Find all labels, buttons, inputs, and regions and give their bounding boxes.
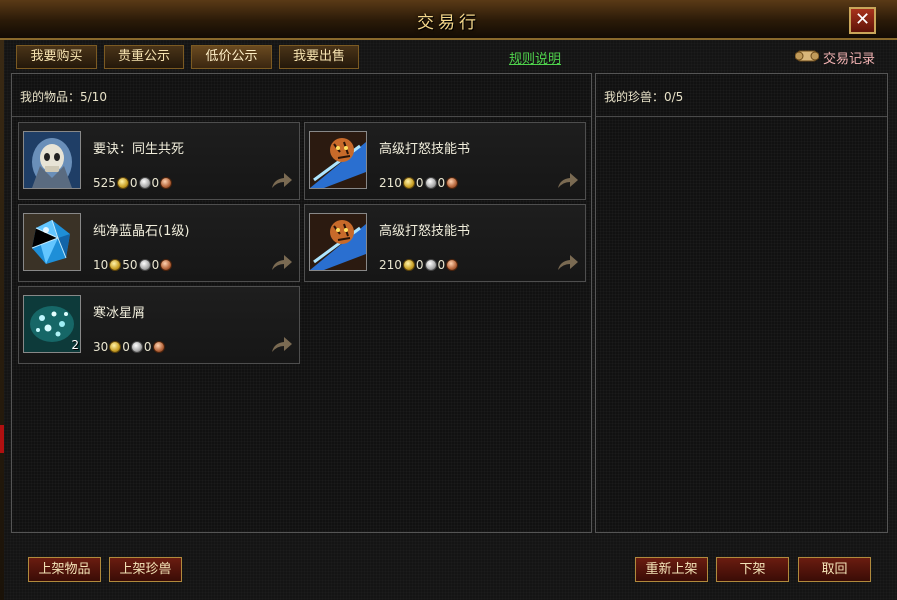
- copper-coin-icon: [446, 259, 459, 271]
- item-name: 高级打怒技能书: [379, 142, 471, 157]
- silver-coin-icon: [130, 341, 143, 353]
- item-price: 210 0 0: [379, 258, 459, 272]
- tiger-book-icon: [309, 131, 367, 189]
- item-card[interactable]: 2 寒冰星屑 30 0 0: [18, 286, 300, 364]
- price-gold-value: 30: [93, 340, 109, 354]
- price-copper-value: 0: [143, 340, 152, 354]
- items-panel-header: 我的物品：5/10: [12, 74, 591, 117]
- pets-panel: 我的珍兽：0/5: [595, 73, 888, 533]
- copper-coin-icon: [152, 341, 165, 353]
- price-copper-value: 0: [151, 258, 160, 272]
- items-count-label: 我的物品：5/10: [20, 90, 107, 104]
- item-name: 高级打怒技能书: [379, 224, 471, 239]
- window-left-edge: [0, 40, 4, 600]
- silver-coin-icon: [138, 259, 151, 271]
- window-edge-marker: [0, 425, 4, 453]
- item-card[interactable]: 高级打怒技能书 210 0 0: [304, 204, 586, 282]
- retrieve-button[interactable]: 取回: [798, 557, 871, 582]
- blue-crystal-icon: [23, 213, 81, 271]
- price-silver-value: 0: [415, 176, 424, 190]
- tab-valuable-notice[interactable]: 贵重公示: [104, 45, 184, 69]
- gold-coin-icon: [116, 177, 129, 189]
- price-gold-value: 210: [379, 258, 402, 272]
- gold-coin-icon: [109, 259, 122, 271]
- price-silver-value: 50: [122, 258, 138, 272]
- items-panel: 我的物品：5/10 要诀：同生共死 525 0 0 高级打怒技能书 210 0 …: [11, 73, 592, 533]
- copper-coin-icon: [160, 177, 173, 189]
- gold-coin-icon: [109, 341, 122, 353]
- item-card[interactable]: 要诀：同生共死 525 0 0: [18, 122, 300, 200]
- tiger-book-icon: [309, 213, 367, 271]
- share-arrow-icon[interactable]: [557, 254, 579, 272]
- item-price: 10 50 0: [93, 258, 173, 272]
- relist-button[interactable]: 重新上架: [635, 557, 708, 582]
- skull-ghost-icon: [23, 131, 81, 189]
- delist-button[interactable]: 下架: [716, 557, 789, 582]
- list-item-button[interactable]: 上架物品: [28, 557, 101, 582]
- price-copper-value: 0: [437, 258, 446, 272]
- price-gold-value: 10: [93, 258, 109, 272]
- price-copper-value: 0: [437, 176, 446, 190]
- item-quantity: 2: [71, 338, 79, 352]
- copper-coin-icon: [446, 177, 459, 189]
- tab-low-price-notice[interactable]: 低价公示: [191, 45, 272, 69]
- copper-coin-icon: [160, 259, 173, 271]
- trade-window: 交易行 ✕ 我要购买 贵重公示 低价公示 我要出售 规则说明 交易记录 我的物品…: [0, 0, 897, 600]
- list-pet-button[interactable]: 上架珍兽: [109, 557, 182, 582]
- window-title: 交易行: [417, 13, 480, 33]
- share-arrow-icon[interactable]: [271, 254, 293, 272]
- share-arrow-icon[interactable]: [271, 172, 293, 190]
- price-gold-value: 525: [93, 176, 116, 190]
- price-gold-value: 210: [379, 176, 402, 190]
- tab-buy[interactable]: 我要购买: [16, 45, 97, 69]
- silver-coin-icon: [424, 177, 437, 189]
- item-price: 525 0 0: [93, 176, 173, 190]
- item-name: 要诀：同生共死: [93, 142, 185, 157]
- tab-sell[interactable]: 我要出售: [279, 45, 359, 69]
- price-silver-value: 0: [415, 258, 424, 272]
- gold-coin-icon: [402, 177, 415, 189]
- item-card[interactable]: 高级打怒技能书 210 0 0: [304, 122, 586, 200]
- silver-coin-icon: [424, 259, 437, 271]
- price-silver-value: 0: [129, 176, 138, 190]
- share-arrow-icon[interactable]: [271, 336, 293, 354]
- price-silver-value: 0: [122, 340, 130, 354]
- item-price: 210 0 0: [379, 176, 459, 190]
- title-bar[interactable]: 交易行 ✕: [0, 0, 897, 40]
- item-price: 30 0 0: [93, 340, 166, 354]
- share-arrow-icon[interactable]: [557, 172, 579, 190]
- silver-coin-icon: [138, 177, 151, 189]
- rules-link[interactable]: 规则说明: [509, 48, 561, 67]
- pets-panel-header: 我的珍兽：0/5: [596, 74, 887, 117]
- item-name: 纯净蓝晶石(1级): [93, 224, 190, 239]
- trade-record-label: 交易记录: [823, 52, 876, 67]
- item-name: 寒冰星屑: [93, 306, 146, 321]
- gold-coin-icon: [402, 259, 415, 271]
- price-copper-value: 0: [151, 176, 160, 190]
- scroll-icon: [795, 50, 819, 62]
- item-card[interactable]: 纯净蓝晶石(1级) 10 50 0: [18, 204, 300, 282]
- pets-count-label: 我的珍兽：0/5: [604, 90, 684, 104]
- ice-stardust-icon: 2: [23, 295, 81, 353]
- close-button[interactable]: ✕: [849, 7, 876, 34]
